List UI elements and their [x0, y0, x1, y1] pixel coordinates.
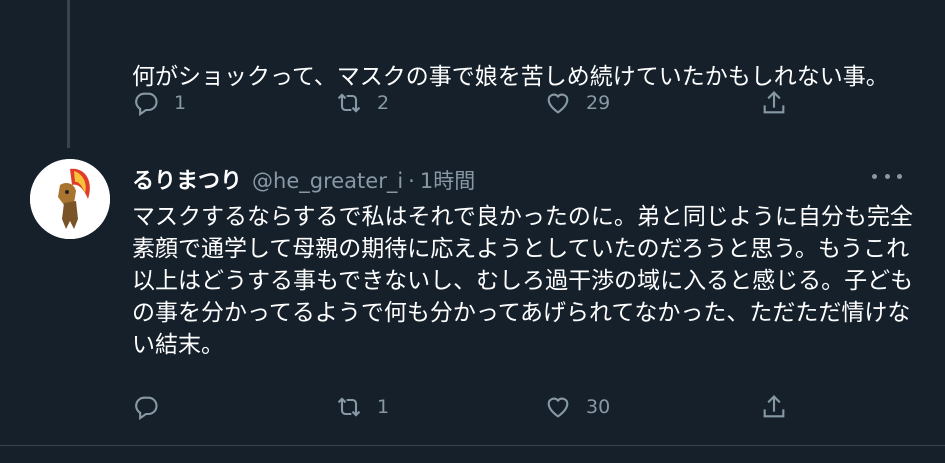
like-count: 29 [586, 92, 611, 114]
share-button[interactable] [760, 387, 788, 427]
retweet-button[interactable]: 2 [335, 83, 389, 123]
tweet-text: マスクするならするで私はそれで良かったのに。弟と同じように自分も完全素顔で通学し… [132, 204, 914, 358]
reply-button[interactable] [132, 387, 174, 427]
avatar-image [30, 159, 110, 239]
reply-button[interactable]: 1 [132, 83, 186, 123]
share-button[interactable] [760, 83, 788, 123]
user-handle[interactable]: @he_greater_i [252, 169, 403, 193]
tweet-divider [0, 445, 945, 446]
display-name[interactable]: るりまつり [132, 163, 242, 195]
thread-connector-line [67, 0, 70, 148]
like-button[interactable]: 30 [544, 387, 610, 427]
share-icon [763, 91, 785, 114]
share-icon [763, 395, 785, 418]
like-count: 30 [586, 396, 611, 418]
like-icon [547, 397, 569, 418]
reply-count: 1 [174, 92, 187, 114]
more-icon [872, 173, 877, 179]
timestamp[interactable]: 1時間 [420, 165, 475, 195]
tweet-actions: 1 30 [132, 387, 812, 427]
retweet-icon [337, 397, 361, 417]
reply-icon [135, 396, 158, 421]
avatar[interactable] [30, 159, 110, 239]
tweet-header: るりまつり @he_greater_i · 1時間 [132, 163, 475, 195]
reply-icon [135, 92, 158, 117]
more-options-button[interactable] [872, 166, 902, 186]
retweet-button[interactable]: 1 [335, 387, 389, 427]
retweet-count: 2 [377, 92, 390, 114]
separator-dot: · [408, 169, 415, 193]
like-button[interactable]: 29 [544, 83, 610, 123]
previous-tweet-actions: 1 2 29 [132, 83, 812, 123]
like-icon [547, 93, 569, 114]
retweet-count: 1 [377, 396, 390, 418]
retweet-icon [337, 93, 361, 113]
